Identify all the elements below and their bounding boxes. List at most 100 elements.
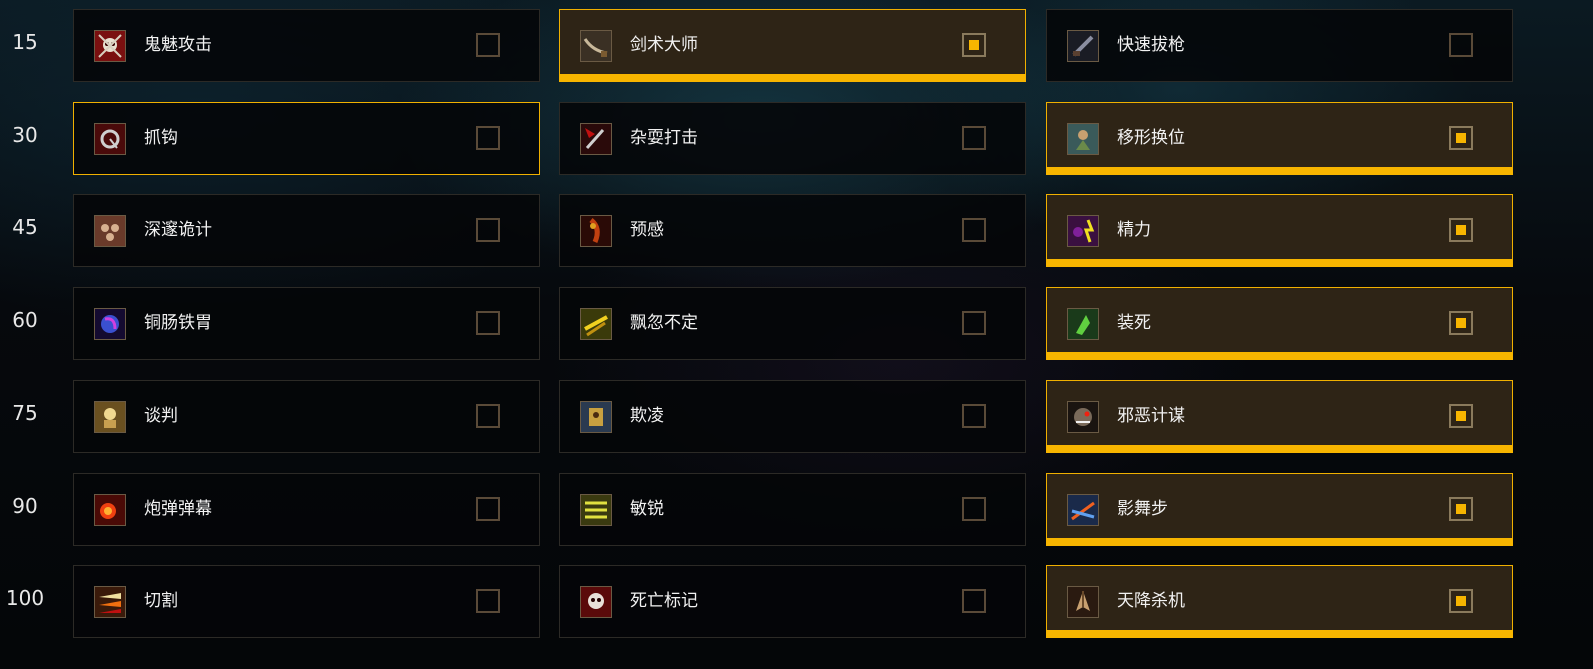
swordmaster-icon — [580, 30, 612, 62]
tier-level-label: 100 — [5, 586, 45, 611]
talent-option[interactable]: 死亡标记 — [559, 565, 1026, 639]
talent-option[interactable]: 剑术大师 — [559, 9, 1026, 82]
talent-tier-row: 30 抓钩 杂耍打击 移形换位 — [0, 101, 1593, 175]
talent-name: 炮弹弹幕 — [144, 498, 212, 519]
talent-name: 精力 — [1117, 220, 1151, 241]
talent-option[interactable]: 快速拔枪 — [1046, 9, 1513, 82]
talent-option[interactable]: 装死 — [1046, 287, 1513, 361]
talent-name: 移形换位 — [1117, 127, 1185, 148]
talent-tier-row: 100 切割 死亡标记 天降杀机 — [0, 565, 1593, 639]
talent-option[interactable]: 炮弹弹幕 — [73, 472, 540, 546]
talent-option[interactable]: 欺凌 — [559, 379, 1026, 453]
talent-option[interactable]: 天降杀机 — [1046, 565, 1513, 639]
talent-option[interactable]: 邪恶计谋 — [1046, 379, 1513, 453]
checkbox-checked-mark — [969, 40, 979, 50]
talent-select-checkbox[interactable] — [476, 403, 500, 428]
talent-select-checkbox[interactable] — [1449, 125, 1473, 150]
talent-select-checkbox[interactable] — [476, 125, 500, 150]
talent-select-checkbox[interactable] — [1449, 496, 1473, 521]
tier-level-label: 75 — [12, 400, 38, 425]
cannonball-barrage-icon — [94, 493, 126, 526]
parley-icon — [94, 400, 126, 433]
talent-select-checkbox[interactable] — [1449, 33, 1473, 57]
talent-select-checkbox[interactable] — [1449, 311, 1473, 336]
talent-tier-row: 45 深邃诡计 预感 精力 — [0, 194, 1593, 268]
acrobatic-strikes-icon — [580, 122, 612, 155]
tier-level-label: 60 — [12, 308, 38, 333]
talent-option[interactable]: 深邃诡计 — [73, 194, 540, 268]
ghostly-strike-icon — [94, 30, 126, 62]
checkbox-checked-mark — [1456, 596, 1466, 607]
talent-option[interactable]: 切割 — [73, 565, 540, 639]
talent-select-checkbox[interactable] — [962, 311, 986, 336]
talent-name: 邪恶计谋 — [1117, 405, 1185, 426]
prey-on-the-weak-icon — [580, 400, 612, 433]
talent-name: 欺凌 — [630, 405, 664, 426]
marked-for-death-icon — [580, 586, 612, 619]
talent-option[interactable]: 飘忽不定 — [559, 287, 1026, 361]
hit-and-run-icon — [1067, 122, 1099, 155]
talent-select-checkbox[interactable] — [476, 311, 500, 336]
talent-name: 杂耍打击 — [630, 127, 698, 148]
talent-select-checkbox[interactable] — [476, 33, 500, 57]
checkbox-checked-mark — [1456, 410, 1466, 421]
talent-option[interactable]: 精力 — [1046, 194, 1513, 268]
talent-select-checkbox[interactable] — [476, 496, 500, 521]
talent-select-checkbox[interactable] — [962, 589, 986, 614]
grappling-hook-icon — [94, 122, 126, 155]
talent-name: 飘忽不定 — [630, 313, 698, 334]
talent-name: 死亡标记 — [630, 591, 698, 612]
talent-name: 鬼魅攻击 — [144, 35, 212, 55]
tier-level-label: 45 — [12, 215, 38, 240]
killing-spree-icon — [1067, 493, 1099, 526]
talent-select-checkbox[interactable] — [962, 33, 986, 57]
talent-name: 谈判 — [144, 405, 178, 426]
talent-name: 敏锐 — [630, 498, 664, 519]
talent-select-checkbox[interactable] — [476, 589, 500, 614]
talent-option[interactable]: 敏锐 — [559, 472, 1026, 546]
talent-option[interactable]: 鬼魅攻击 — [73, 9, 540, 82]
checkbox-checked-mark — [1456, 225, 1466, 236]
talent-name: 铜肠铁胃 — [144, 313, 212, 334]
tier-level-label: 15 — [12, 30, 38, 54]
checkbox-checked-mark — [1456, 503, 1466, 514]
slice-and-dice-icon — [94, 586, 126, 619]
talent-select-checkbox[interactable] — [962, 218, 986, 243]
checkbox-checked-mark — [1456, 132, 1466, 143]
talent-name: 切割 — [144, 591, 178, 612]
talent-name: 剑术大师 — [630, 35, 698, 55]
talent-option[interactable]: 抓钩 — [73, 101, 540, 175]
talent-tier-row: 60 铜肠铁胃 飘忽不定 装死 — [0, 287, 1593, 361]
talent-name: 深邃诡计 — [144, 220, 212, 241]
talent-select-checkbox[interactable] — [1449, 589, 1473, 614]
talent-option[interactable]: 铜肠铁胃 — [73, 287, 540, 361]
deeper-stratagem-icon — [94, 215, 126, 248]
talent-select-checkbox[interactable] — [476, 218, 500, 243]
talent-option[interactable]: 影舞步 — [1046, 472, 1513, 546]
talent-select-checkbox[interactable] — [962, 125, 986, 150]
checkbox-checked-mark — [1456, 318, 1466, 329]
quick-draw-icon — [1067, 30, 1099, 62]
iron-stomach-icon — [94, 308, 126, 341]
tier-level-label: 90 — [12, 493, 38, 518]
talent-tier-row: 15 鬼魅攻击 剑术大师 快速拔枪 — [0, 9, 1593, 82]
talent-name: 影舞步 — [1117, 498, 1168, 519]
talent-option[interactable]: 杂耍打击 — [559, 101, 1026, 175]
talent-name: 快速拔枪 — [1117, 35, 1185, 55]
talent-select-checkbox[interactable] — [962, 496, 986, 521]
talent-name: 预感 — [630, 220, 664, 241]
talent-select-checkbox[interactable] — [1449, 218, 1473, 243]
vigor-icon — [1067, 215, 1099, 248]
dirty-tricks-icon — [1067, 400, 1099, 433]
talent-option[interactable]: 预感 — [559, 194, 1026, 268]
talent-option[interactable]: 谈判 — [73, 379, 540, 453]
talent-tier-row: 75 谈判 欺凌 邪恶计谋 — [0, 379, 1593, 453]
talent-name: 天降杀机 — [1117, 591, 1185, 612]
cheat-death-icon — [1067, 308, 1099, 341]
talent-name: 抓钩 — [144, 127, 178, 148]
talent-option[interactable]: 移形换位 — [1046, 101, 1513, 175]
alacrity-icon — [580, 493, 612, 526]
talent-select-checkbox[interactable] — [962, 403, 986, 428]
tier-level-label: 30 — [12, 122, 38, 147]
talent-select-checkbox[interactable] — [1449, 403, 1473, 428]
